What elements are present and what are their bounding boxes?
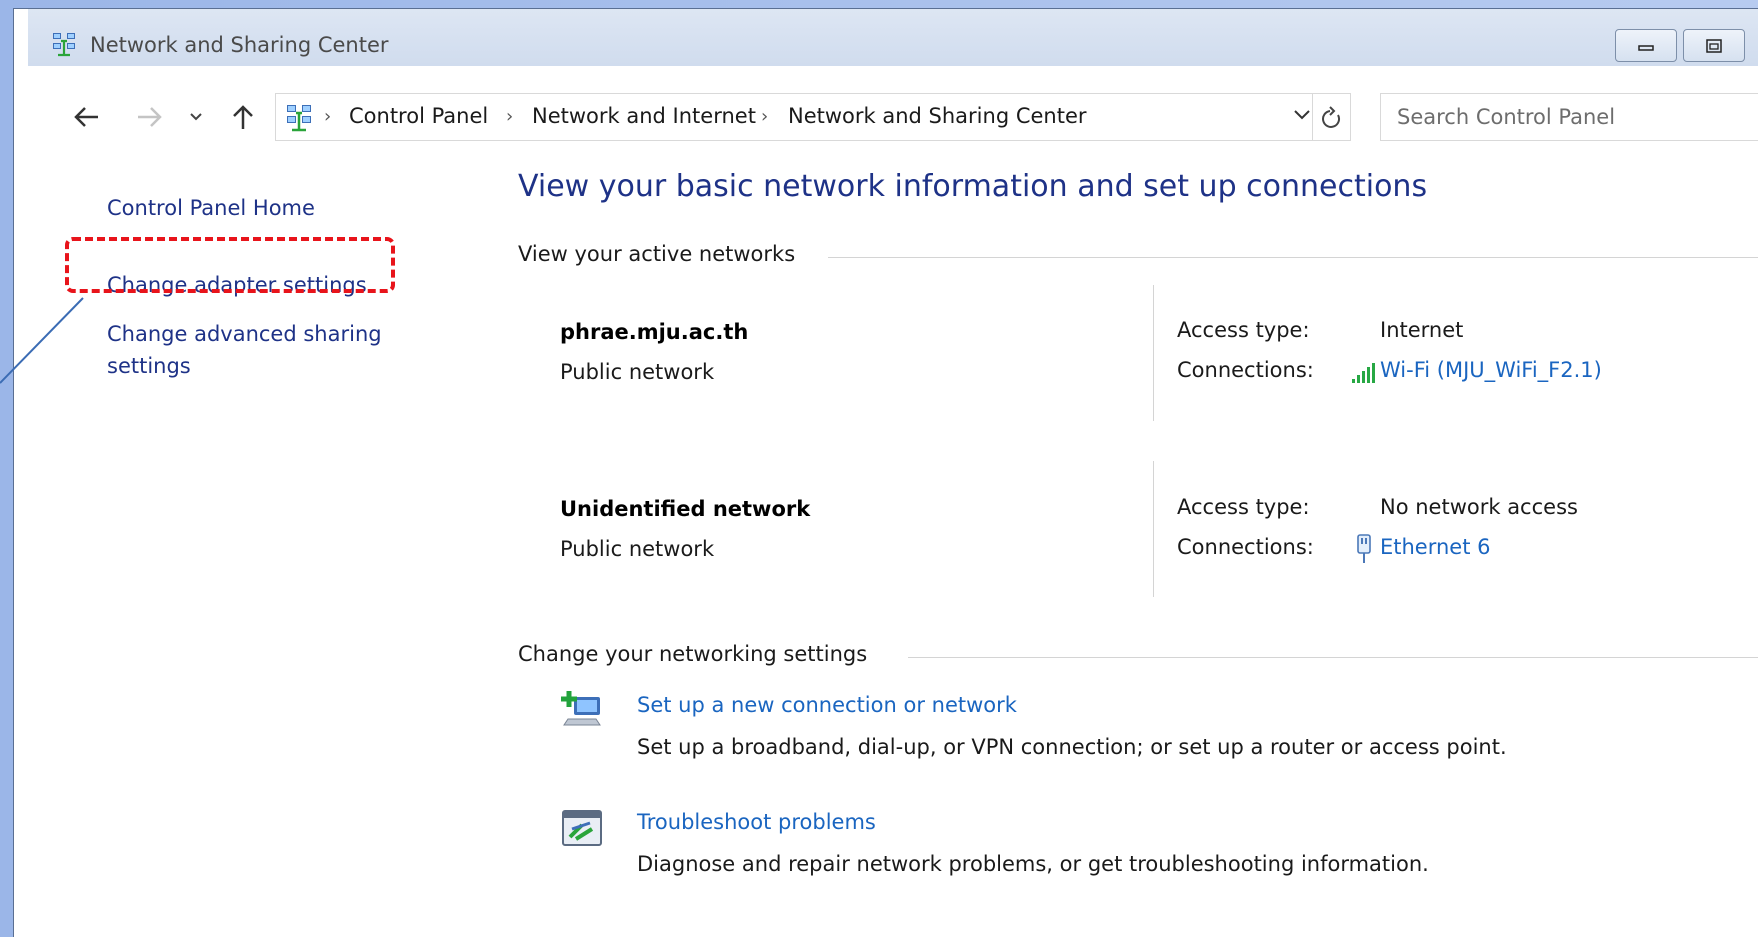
divider	[828, 257, 1758, 258]
control-panel-icon	[287, 105, 311, 132]
back-arrow-icon[interactable]	[72, 105, 102, 129]
address-dropdown-icon[interactable]	[1292, 107, 1312, 123]
networking-settings-header: Change your networking settings	[518, 642, 868, 666]
divider	[1153, 285, 1154, 421]
divider	[908, 657, 1758, 658]
wifi-connection-link[interactable]: Wi-Fi (MJU_WiFi_F2.1)	[1380, 358, 1602, 382]
maximize-icon	[1706, 38, 1722, 53]
new-connection-icon	[561, 691, 601, 726]
troubleshoot-description: Diagnose and repair network problems, or…	[637, 852, 1429, 876]
breadcrumb-network-sharing-center[interactable]: Network and Sharing Center	[788, 104, 1087, 128]
network-category[interactable]: Public network	[560, 360, 714, 384]
divider	[1153, 461, 1154, 597]
window-content: Network and Sharing Center › Control Pan…	[28, 9, 1758, 937]
access-type-value: No network access	[1380, 495, 1578, 519]
breadcrumb-control-panel[interactable]: Control Panel	[349, 104, 488, 128]
sidebar-item-control-panel-home[interactable]: Control Panel Home	[107, 192, 315, 224]
network-center-icon	[53, 33, 75, 57]
troubleshoot-link[interactable]: Troubleshoot problems	[637, 810, 876, 834]
network-category[interactable]: Public network	[560, 537, 714, 561]
forward-arrow-icon[interactable]	[134, 105, 164, 129]
connections-label: Connections:	[1177, 358, 1314, 382]
access-type-value: Internet	[1380, 318, 1464, 342]
active-networks-header: View your active networks	[518, 242, 796, 266]
page-title: View your basic network information and …	[518, 169, 1428, 204]
highlight-box	[65, 237, 395, 293]
window: Network and Sharing Center › Control Pan…	[13, 8, 1758, 937]
minimize-icon	[1638, 44, 1654, 51]
sidebar-item-change-advanced-sharing[interactable]: Change advanced sharing settings	[107, 318, 382, 382]
network-name: phrae.mju.ac.th	[560, 320, 749, 344]
access-type-label: Access type:	[1177, 495, 1310, 519]
chevron-right-icon[interactable]: ›	[324, 106, 331, 127]
title-bar: Network and Sharing Center	[28, 9, 1758, 66]
setup-connection-description: Set up a broadband, dial-up, or VPN conn…	[637, 735, 1507, 759]
ethernet-connection-link[interactable]: Ethernet 6	[1380, 535, 1491, 559]
sidebar-item-label: Change advanced sharing	[107, 322, 382, 346]
up-arrow-icon[interactable]	[231, 103, 255, 131]
connections-label: Connections:	[1177, 535, 1314, 559]
chevron-right-icon[interactable]: ›	[761, 106, 768, 127]
refresh-icon[interactable]	[1312, 94, 1350, 140]
minimize-button[interactable]	[1615, 29, 1677, 62]
chevron-right-icon[interactable]: ›	[506, 106, 513, 127]
search-input[interactable]	[1381, 94, 1758, 140]
chevron-down-icon[interactable]	[188, 111, 204, 123]
window-title: Network and Sharing Center	[90, 33, 389, 57]
ethernet-icon	[1357, 534, 1371, 563]
setup-connection-link[interactable]: Set up a new connection or network	[637, 693, 1017, 717]
access-type-label: Access type:	[1177, 318, 1310, 342]
breadcrumb-network-internet[interactable]: Network and Internet	[532, 104, 756, 128]
troubleshoot-icon	[562, 810, 602, 846]
address-bar[interactable]: › Control Panel › Network and Internet ›…	[275, 93, 1351, 141]
sidebar-item-label: settings	[107, 354, 191, 378]
wifi-signal-icon	[1352, 363, 1375, 383]
maximize-button[interactable]	[1683, 29, 1745, 62]
network-name: Unidentified network	[560, 497, 811, 521]
search-box[interactable]	[1380, 93, 1758, 141]
